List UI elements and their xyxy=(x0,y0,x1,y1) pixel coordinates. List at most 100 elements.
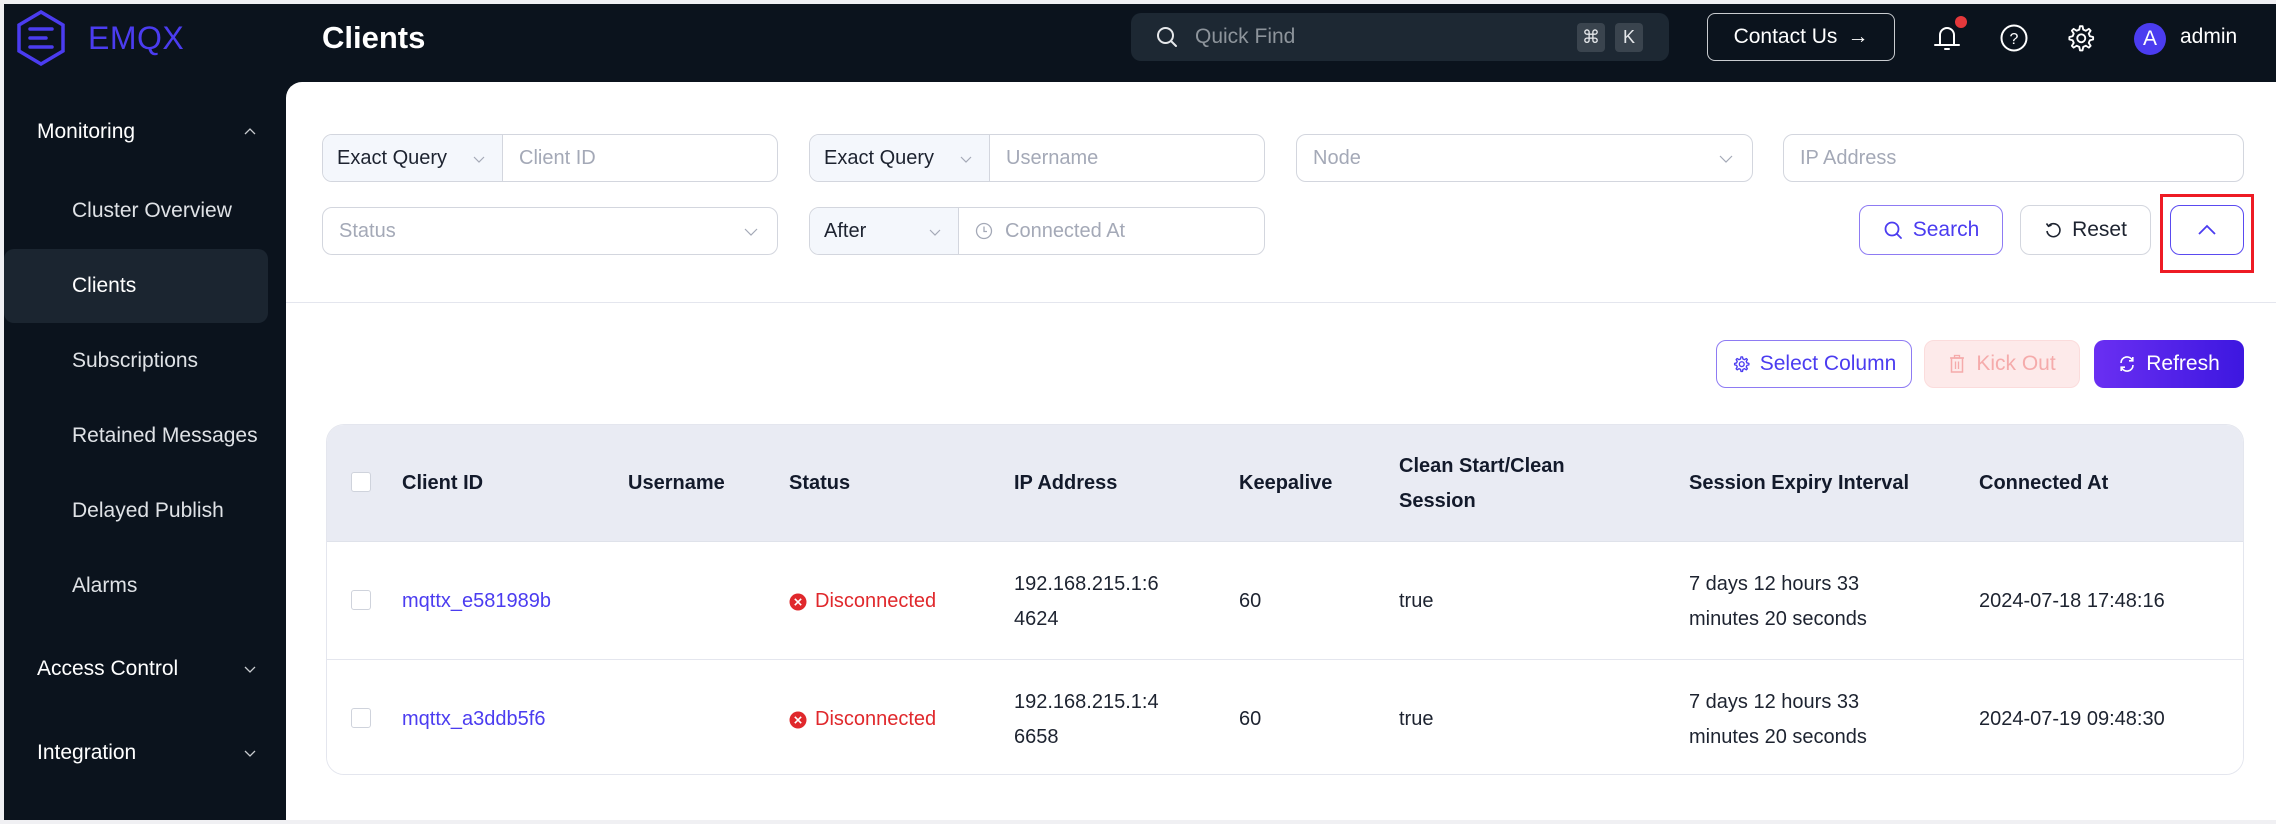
sidebar-item-label: Retained Messages xyxy=(72,424,258,447)
sidebar-item-label: Clients xyxy=(72,274,137,297)
client-id-filter: Exact Query Client ID xyxy=(322,134,778,182)
ip-address-input[interactable]: IP Address xyxy=(1783,134,2244,182)
column-header-keepalive[interactable]: Keepalive xyxy=(1239,425,1332,542)
error-circle-icon xyxy=(789,593,807,610)
clock-icon xyxy=(975,222,993,240)
search-button[interactable]: Search xyxy=(1859,205,2003,255)
arrow-right-icon: → xyxy=(1847,25,1869,48)
top-header: EMQX Clients Quick Find ⌘ K Contact Us → xyxy=(4,4,2276,82)
sidebar-item-label: Delayed Publish xyxy=(72,499,224,522)
sidebar-item-label: Subscriptions xyxy=(72,349,199,372)
column-header-clean-start[interactable]: Clean Start/Clean Session xyxy=(1399,425,1579,542)
chevron-down-icon xyxy=(473,156,485,163)
keepalive-cell: 60 xyxy=(1239,708,1262,730)
quick-find-placeholder: Quick Find xyxy=(1195,25,1296,48)
row-checkbox[interactable] xyxy=(351,708,371,728)
chevron-down-icon xyxy=(244,750,256,757)
sidebar-item-alarms[interactable]: Alarms xyxy=(4,549,268,623)
main-content: Exact Query Client ID Exact Query Userna… xyxy=(286,82,2276,820)
sidebar-group-label: Integration xyxy=(37,741,137,764)
contact-us-button[interactable]: Contact Us → xyxy=(1707,13,1895,61)
search-icon xyxy=(1884,221,1902,239)
node-placeholder: Node xyxy=(1313,146,1361,169)
app-window: EMQX Clients Quick Find ⌘ K Contact Us → xyxy=(4,4,2276,820)
sidebar-group-label: Monitoring xyxy=(37,120,136,143)
select-column-label: Select Column xyxy=(1759,352,1897,375)
time-mode-value: After xyxy=(824,219,867,242)
node-select[interactable]: Node xyxy=(1296,134,1753,182)
connected-at-cell: 2024-07-18 17:48:16 xyxy=(1979,590,2165,612)
column-header-session-expiry[interactable]: Session Expiry Interval xyxy=(1689,425,1909,542)
user-avatar[interactable]: A xyxy=(2134,23,2166,55)
sidebar-item-retained-messages[interactable]: Retained Messages xyxy=(4,399,268,473)
search-icon xyxy=(1157,27,1177,47)
column-header-status[interactable]: Status xyxy=(789,425,850,542)
query-mode-value: Exact Query xyxy=(824,146,935,169)
sidebar-group-access-control[interactable]: Access Control xyxy=(4,639,286,699)
shortcut-key-cmd: ⌘ xyxy=(1577,23,1605,52)
ip-address-cell: 192.168.215.1:46658 xyxy=(1014,690,1159,748)
quick-find-input[interactable]: Quick Find ⌘ K xyxy=(1131,13,1669,61)
column-header-ip-address[interactable]: IP Address xyxy=(1014,425,1117,542)
sidebar: Monitoring Cluster Overview Clients Subs… xyxy=(4,82,286,820)
table-row: mqttx_e581989b Disconnected 192.168.215.… xyxy=(327,543,2243,660)
column-header-client-id[interactable]: Client ID xyxy=(402,425,483,542)
username-input[interactable]: Username xyxy=(990,147,1098,170)
user-name[interactable]: admin xyxy=(2180,25,2237,49)
sidebar-item-label: Alarms xyxy=(72,574,138,597)
logo[interactable]: EMQX xyxy=(16,10,184,66)
sidebar-item-cluster-overview[interactable]: Cluster Overview xyxy=(4,174,268,248)
help-icon: ? xyxy=(2000,24,2028,52)
contact-us-label: Contact Us xyxy=(1733,25,1838,48)
sidebar-item-clients[interactable]: Clients xyxy=(4,249,268,323)
client-id-link[interactable]: mqttx_a3ddb5f6 xyxy=(402,661,545,774)
highlight-annotation xyxy=(2160,194,2254,273)
refresh-label: Refresh xyxy=(2146,352,2220,375)
help-button[interactable]: ? xyxy=(1998,22,2030,54)
query-mode-value: Exact Query xyxy=(337,146,448,169)
column-header-username[interactable]: Username xyxy=(628,425,725,542)
client-id-input[interactable]: Client ID xyxy=(503,147,596,170)
connected-at-cell: 2024-07-19 09:48:30 xyxy=(1979,708,2165,730)
sidebar-group-integration[interactable]: Integration xyxy=(4,723,286,783)
notification-badge xyxy=(1955,16,1967,28)
clean-start-cell: true xyxy=(1399,590,1434,612)
username-query-mode-select[interactable]: Exact Query xyxy=(810,135,990,181)
status-select[interactable]: Status xyxy=(322,207,778,255)
page-title: Clients xyxy=(322,20,426,55)
kick-out-button[interactable]: Kick Out xyxy=(1924,340,2080,388)
sidebar-item-label: Cluster Overview xyxy=(72,199,232,222)
client-id-query-mode-select[interactable]: Exact Query xyxy=(323,135,503,181)
chevron-down-icon xyxy=(929,229,941,236)
ip-address-cell: 192.168.215.1:64624 xyxy=(1014,572,1159,630)
reset-button[interactable]: Reset xyxy=(2020,205,2151,255)
status-text: Disconnected xyxy=(815,708,937,730)
sidebar-item-delayed-publish[interactable]: Delayed Publish xyxy=(4,474,268,548)
column-header-connected-at[interactable]: Connected At xyxy=(1979,425,2108,542)
refresh-button[interactable]: Refresh xyxy=(2094,340,2244,388)
chevron-up-icon xyxy=(244,128,256,135)
keepalive-cell: 60 xyxy=(1239,590,1262,612)
sidebar-group-monitoring[interactable]: Monitoring xyxy=(4,102,286,162)
trash-icon xyxy=(1950,354,1965,373)
session-expiry-cell: 7 days 12 hours 33 minutes 20 seconds xyxy=(1689,690,1867,748)
client-id-link[interactable]: mqttx_e581989b xyxy=(402,543,551,660)
username-filter: Exact Query Username xyxy=(809,134,1265,182)
reset-icon xyxy=(2045,222,2061,238)
select-column-button[interactable]: Select Column xyxy=(1716,340,1912,388)
settings-button[interactable] xyxy=(2064,22,2096,54)
status-cell: Disconnected xyxy=(789,661,937,774)
kick-out-label: Kick Out xyxy=(1976,352,2056,375)
notifications-button[interactable] xyxy=(1931,16,1967,54)
connected-at-input[interactable]: Connected At xyxy=(993,220,1125,243)
gear-icon xyxy=(1733,356,1750,373)
row-checkbox[interactable] xyxy=(351,590,371,610)
select-all-checkbox[interactable] xyxy=(351,472,371,492)
chevron-down-icon xyxy=(960,156,972,163)
connected-at-mode-select[interactable]: After xyxy=(810,208,959,254)
clean-start-cell: true xyxy=(1399,708,1434,730)
reset-label: Reset xyxy=(2072,218,2127,241)
chevron-down-icon xyxy=(244,666,256,673)
connected-at-filter: After Connected At xyxy=(809,207,1265,255)
sidebar-item-subscriptions[interactable]: Subscriptions xyxy=(4,324,268,398)
